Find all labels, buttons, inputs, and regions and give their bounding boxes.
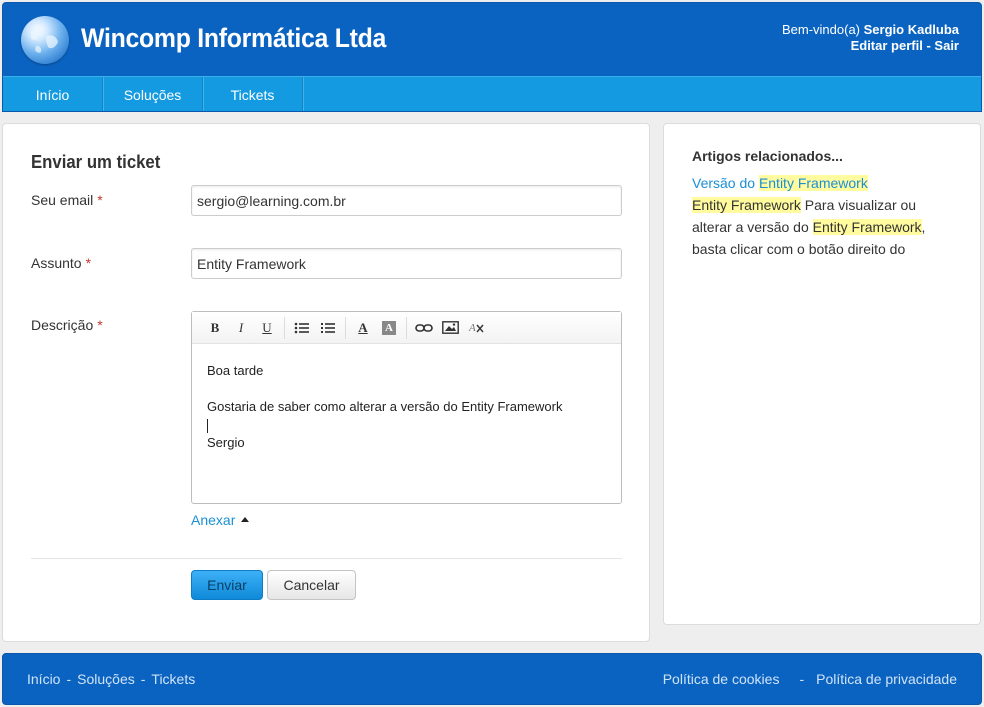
user-links-separator: -: [926, 38, 931, 53]
form-divider: [31, 558, 622, 559]
toolbar-group-lists: [285, 316, 346, 339]
toolbar-group-format: B I U: [198, 316, 285, 339]
submit-button[interactable]: Enviar: [191, 570, 263, 600]
related-articles-title: Artigos relacionados...: [692, 148, 843, 164]
italic-icon[interactable]: I: [228, 317, 254, 339]
article-link-highlight: Entity Framework: [758, 175, 868, 191]
footer-policies: Política de cookies - Política de privacid…: [663, 671, 957, 687]
related-article: Versão do Entity Framework Entity Framew…: [692, 172, 942, 260]
editor-line-3: Sergio: [207, 435, 245, 450]
toolbar-group-insert: A: [407, 317, 493, 339]
description-editor: B I U A A A Boa tarde Gostaria de saber …: [191, 311, 622, 504]
editor-line-2: Gostaria de saber como alterar a versão …: [207, 399, 563, 414]
required-mark: *: [85, 255, 92, 271]
numbered-list-icon[interactable]: [315, 317, 341, 339]
snippet-highlight-2: Entity Framework: [812, 219, 922, 235]
snippet-highlight-1: Entity Framework: [692, 197, 801, 213]
cancel-button[interactable]: Cancelar: [267, 570, 356, 600]
footer-separator: -: [799, 671, 805, 687]
globe-logo-icon: [21, 16, 69, 64]
editor-caret-line: [207, 416, 606, 434]
underline-icon[interactable]: U: [254, 317, 280, 339]
attach-toggle[interactable]: Anexar: [191, 512, 250, 528]
editor-content[interactable]: Boa tarde Gostaria de saber como alterar…: [192, 344, 621, 470]
email-label-text: Seu email: [31, 192, 94, 208]
editor-blank-line: [207, 380, 606, 398]
footer-link-inicio[interactable]: Início: [27, 671, 60, 687]
editor-toolbar: B I U A A A: [192, 312, 621, 344]
header-top: Wincomp Informática Ltda Bem-vindo(a) Se…: [3, 3, 981, 76]
related-article-link[interactable]: Versão do Entity Framework: [692, 172, 942, 194]
description-label: Descrição *: [31, 317, 103, 333]
description-label-text: Descrição: [31, 317, 94, 333]
required-mark: *: [97, 192, 103, 208]
ticket-form-panel: Enviar um ticket Seu email* Assunto* Des…: [2, 123, 650, 642]
clear-format-icon[interactable]: A: [463, 317, 489, 339]
footer: Início - Soluções - Tickets Política de cook…: [2, 653, 982, 705]
footer-link-privacy[interactable]: Política de privacidade: [816, 671, 957, 687]
email-label: Seu email *: [31, 192, 103, 208]
user-name: Sergio Kadluba: [863, 22, 959, 37]
link-icon[interactable]: [411, 317, 437, 339]
footer-link-cookies[interactable]: Política de cookies: [663, 671, 780, 687]
svg-text:A: A: [468, 322, 476, 334]
text-caret: [207, 418, 208, 433]
toolbar-group-color: A A: [346, 316, 407, 339]
nav-item-solucoes[interactable]: Soluções: [103, 77, 203, 111]
nav-item-inicio[interactable]: Início: [3, 77, 103, 111]
user-links: Editar perfil - Sair: [782, 38, 959, 54]
nav-item-tickets[interactable]: Tickets: [203, 77, 303, 111]
form-title: Enviar um ticket: [31, 152, 161, 172]
bold-icon[interactable]: B: [202, 317, 228, 339]
main-nav: Início Soluções Tickets: [3, 76, 981, 111]
font-color-icon[interactable]: A: [350, 317, 376, 339]
edit-profile-link[interactable]: Editar perfil: [851, 38, 923, 53]
subject-label: Assunto *: [31, 255, 91, 271]
footer-separator: -: [140, 671, 146, 687]
related-article-snippet: Entity Framework Para visualizar ou alte…: [692, 194, 942, 260]
background-color-glyph: A: [382, 320, 396, 335]
bullet-list-icon[interactable]: [289, 317, 315, 339]
background-color-icon[interactable]: A: [376, 317, 402, 339]
footer-link-solucoes[interactable]: Soluções: [77, 671, 135, 687]
attach-label: Anexar: [191, 512, 236, 528]
caret-up-icon: [241, 517, 250, 522]
footer-link-tickets[interactable]: Tickets: [151, 671, 195, 687]
article-link-prefix: Versão do: [692, 175, 759, 191]
related-articles-panel: Artigos relacionados... Versão do Entity…: [663, 123, 981, 625]
app-title: Wincomp Informática Ltda: [81, 23, 387, 53]
welcome-line: Bem-vindo(a) Sergio Kadluba: [782, 22, 959, 38]
header: Wincomp Informática Ltda Bem-vindo(a) Se…: [2, 2, 982, 112]
subject-label-text: Assunto: [31, 255, 82, 271]
footer-separator: -: [66, 671, 72, 687]
required-mark: *: [97, 317, 103, 333]
subject-input[interactable]: [191, 248, 622, 279]
editor-line-1: Boa tarde: [207, 363, 264, 378]
email-input[interactable]: [191, 185, 622, 216]
user-box: Bem-vindo(a) Sergio Kadluba Editar perfi…: [782, 22, 959, 54]
image-icon[interactable]: [437, 317, 463, 339]
logout-link[interactable]: Sair: [934, 38, 959, 53]
footer-nav: Início - Soluções - Tickets: [27, 671, 195, 687]
welcome-prefix: Bem-vindo(a): [781, 22, 861, 37]
